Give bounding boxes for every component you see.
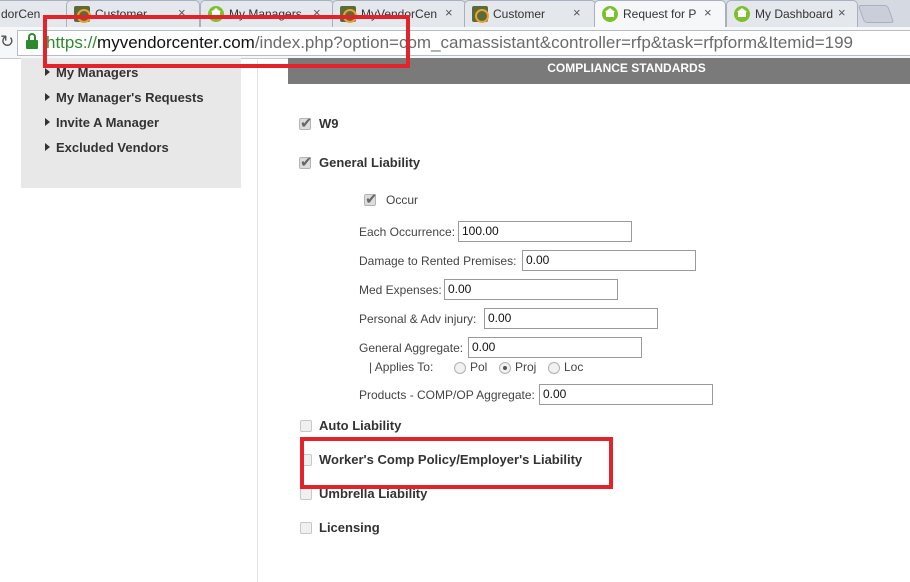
home-icon [734,6,750,22]
sidebar: My Managers My Manager's Requests Invite… [21,58,241,188]
sidebar-item-invite-manager[interactable]: Invite A Manager [45,115,159,130]
new-tab-button[interactable] [857,5,895,23]
page-content: My Managers My Manager's Requests Invite… [0,58,910,582]
sidebar-item-excluded-vendors[interactable]: Excluded Vendors [45,140,169,155]
reload-icon[interactable]: ↻ [0,33,14,50]
lock-icon[interactable] [26,33,38,49]
tab-customer-2[interactable]: Customer × [464,0,596,27]
tab-title: Customer [493,7,546,21]
auto-liability-label: Auto Liability [319,418,402,433]
licensing-label: Licensing [319,520,380,535]
applies-to-label: | Applies To: [369,360,434,374]
applies-to-pol-label: Pol [470,360,488,374]
personal-adv-input[interactable]: 0.00 [484,308,658,329]
caret-right-icon [45,118,50,126]
applies-to-pol-radio[interactable] [454,362,466,374]
applies-to-loc-radio[interactable] [548,362,560,374]
sidebar-item-label: Excluded Vendors [56,140,169,155]
sidebar-item-label: My Manager's Requests [56,90,204,105]
tab-title: dorCen [1,7,41,21]
general-aggregate-input[interactable]: 0.00 [468,337,642,358]
column-divider [257,60,258,582]
general-liability-label: General Liability [319,155,421,170]
med-expenses-input[interactable]: 0.00 [444,279,618,300]
close-icon[interactable]: × [573,6,581,20]
w9-label: W9 [319,116,339,131]
med-expenses-label: Med Expenses: [359,283,442,297]
occur-label: Occur [386,193,419,207]
close-icon[interactable]: × [838,6,846,20]
w9-checkbox[interactable] [299,114,313,132]
close-icon[interactable]: × [704,6,712,20]
home-icon [602,6,618,22]
umbrella-liability-checkbox[interactable] [300,488,312,500]
each-occurrence-label: Each Occurrence: [359,225,456,239]
general-aggregate-label: General Aggregate: [359,341,464,355]
caret-right-icon [45,93,50,101]
licensing-checkbox[interactable] [300,522,312,534]
close-icon[interactable]: × [445,6,453,20]
occur-checkbox[interactable] [364,190,378,208]
sidebar-item-managers-requests[interactable]: My Manager's Requests [45,90,204,105]
damage-rented-input[interactable]: 0.00 [522,250,696,271]
each-occurrence-input[interactable]: 100.00 [458,221,632,242]
url-highlight-box [43,15,410,68]
workers-comp-highlight-box [300,437,613,489]
damage-rented-label: Damage to Rented Premises: [359,254,517,268]
auto-liability-checkbox[interactable] [300,420,312,432]
products-comp-input[interactable]: 0.00 [539,384,713,405]
personal-adv-label: Personal & Adv injury: [359,312,477,326]
general-liability-checkbox[interactable] [299,153,313,171]
sidebar-item-label: Invite A Manager [56,115,160,130]
applies-to-proj-radio[interactable] [499,362,511,374]
joomla-icon [472,6,489,23]
caret-right-icon [45,68,50,76]
tab-title: My Dashboard [755,7,834,21]
tab-request-for-proposal[interactable]: Request for Pro × [594,0,726,27]
caret-right-icon [45,143,50,151]
products-comp-label: Products - COMP/OP Aggregate: [359,388,535,402]
applies-to-loc-label: Loc [564,360,584,374]
tab-title: Request for Pro [623,7,697,21]
tab-my-dashboard[interactable]: My Dashboard × [726,0,858,27]
applies-to-proj-label: Proj [515,360,537,374]
